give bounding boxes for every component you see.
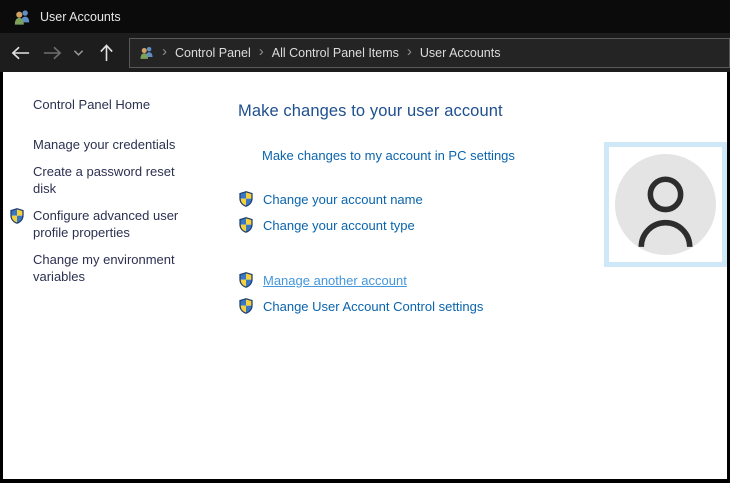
breadcrumb-separator-icon: ›: [407, 44, 412, 59]
task-list: Change your account name Change your acc…: [238, 186, 598, 319]
location-users-icon: [139, 45, 154, 60]
avatar-circle: [615, 154, 716, 255]
arrow-left-icon: [10, 44, 31, 62]
sidebar-item-manage-credentials[interactable]: Manage your credentials: [8, 136, 188, 153]
sidebar: Control Panel Home Manage your credentia…: [8, 96, 188, 285]
navigation-toolbar: › Control Panel › All Control Panel Item…: [0, 33, 730, 72]
uac-shield-icon: [238, 272, 254, 288]
content-area: Control Panel Home Manage your credentia…: [3, 72, 727, 479]
pc-settings-link[interactable]: Make changes to my account in PC setting…: [262, 148, 515, 163]
uac-shield-icon: [238, 217, 254, 233]
window-title: User Accounts: [40, 10, 121, 24]
titlebar: User Accounts: [0, 0, 730, 33]
task-change-account-name: Change your account name: [238, 186, 598, 212]
page-title: Make changes to your user account: [238, 102, 598, 121]
manage-another-account-link[interactable]: Manage another account: [263, 273, 407, 288]
change-uac-settings-link[interactable]: Change User Account Control settings: [263, 299, 483, 314]
uac-shield-icon: [9, 208, 25, 224]
sidebar-item-password-reset-disk[interactable]: Create a password reset disk: [8, 163, 188, 197]
sidebar-item-label: Configure advanced user profile properti…: [33, 208, 178, 240]
sidebar-item-label: Manage your credentials: [33, 137, 175, 152]
change-account-type-link[interactable]: Change your account type: [263, 218, 415, 233]
breadcrumb-control-panel[interactable]: Control Panel: [175, 46, 251, 60]
sidebar-item-control-panel-home[interactable]: Control Panel Home: [8, 96, 188, 113]
uac-shield-icon: [238, 298, 254, 314]
breadcrumb-separator-icon: ›: [162, 44, 167, 59]
arrow-right-icon: [42, 44, 63, 62]
chevron-down-icon: [73, 49, 84, 57]
up-button[interactable]: [92, 38, 120, 68]
breadcrumb-user-accounts[interactable]: User Accounts: [420, 46, 501, 60]
main-panel: Make changes to your user account Make c…: [238, 102, 598, 319]
sidebar-item-advanced-user-profile[interactable]: Configure advanced user profile properti…: [8, 207, 188, 241]
forward-button[interactable]: [38, 38, 66, 68]
breadcrumb-all-control-panel-items[interactable]: All Control Panel Items: [272, 46, 399, 60]
user-accounts-window: User Accounts › C: [0, 0, 730, 483]
sidebar-item-label: Change my environment variables: [33, 252, 175, 284]
sidebar-item-environment-variables[interactable]: Change my environment variables: [8, 251, 188, 285]
sidebar-item-label: Control Panel Home: [33, 97, 150, 112]
arrow-up-icon: [98, 43, 115, 63]
address-bar[interactable]: › Control Panel › All Control Panel Item…: [129, 38, 730, 68]
user-avatar: [604, 142, 727, 267]
task-change-uac-settings: Change User Account Control settings: [238, 293, 598, 319]
change-account-name-link[interactable]: Change your account name: [263, 192, 423, 207]
back-button[interactable]: [6, 38, 34, 68]
recent-pages-dropdown-button[interactable]: [68, 38, 88, 68]
user-accounts-app-icon: [13, 8, 31, 26]
uac-shield-icon: [238, 191, 254, 207]
sidebar-item-label: Create a password reset disk: [33, 164, 175, 196]
breadcrumb-separator-icon: ›: [259, 44, 264, 59]
task-change-account-type: Change your account type: [238, 212, 598, 238]
task-manage-another-account: Manage another account: [238, 267, 598, 293]
person-silhouette-icon: [615, 154, 716, 255]
